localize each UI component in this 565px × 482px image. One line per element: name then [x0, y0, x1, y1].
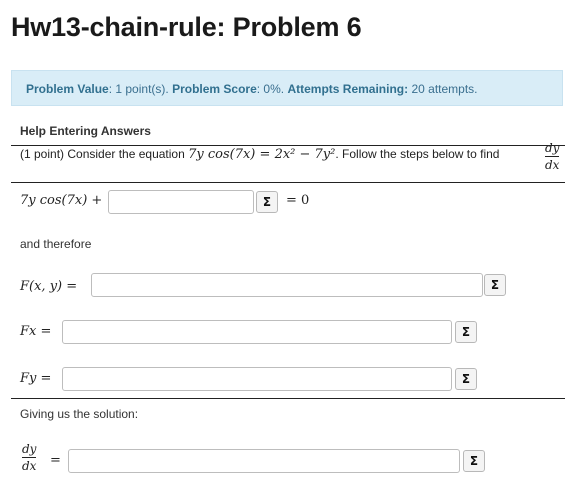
sigma-icon[interactable]: Σ [455, 368, 477, 390]
sigma-icon[interactable]: Σ [463, 450, 485, 472]
problem-statement: (1 point) Consider the equation 7y cos(7… [20, 147, 499, 162]
divider [11, 145, 565, 146]
fraction-numerator: dy [545, 141, 560, 155]
fraction-bar [22, 457, 37, 458]
Fx-label: Fx = [20, 324, 52, 339]
statement-prefix: (1 point) Consider the equation [20, 147, 189, 161]
and-therefore-text: and therefore [20, 237, 92, 251]
F-label: F(x, y) = [20, 279, 78, 294]
sigma-icon[interactable]: Σ [455, 321, 477, 343]
step1-rhs: = 0 [286, 193, 310, 208]
help-entering-answers-link[interactable]: Help Entering Answers [20, 124, 151, 138]
problem-value-label: Problem Value [26, 82, 109, 96]
problem-value-text: : 1 point(s). [108, 82, 173, 96]
divider [11, 182, 565, 183]
fraction-bar [545, 156, 560, 157]
fraction-numerator: dy [22, 442, 37, 456]
solution-dy-dx-fraction: dy dx [22, 442, 37, 473]
problem-score-label: Problem Score [172, 82, 257, 96]
statement-suffix: . Follow the steps below to find [335, 147, 500, 161]
sigma-icon[interactable]: Σ [484, 274, 506, 296]
step1-lhs: 7y cos(7x) + [20, 193, 103, 208]
problem-status-bar: Problem Value: 1 point(s). Problem Score… [11, 70, 563, 106]
page-title: Hw13-chain-rule: Problem 6 [11, 12, 362, 42]
fraction-denominator: dx [22, 459, 37, 473]
Fy-input[interactable] [62, 367, 452, 391]
equation-lhs: 7y cos(7x) [188, 147, 256, 162]
Fy-label: Fy = [20, 371, 52, 386]
equation-equals: = [255, 147, 275, 162]
attempts-remaining-text: 20 attempts. [408, 82, 478, 96]
sigma-icon[interactable]: Σ [256, 191, 278, 213]
Fx-input[interactable] [62, 320, 452, 344]
problem-score-text: : 0%. [256, 82, 288, 96]
giving-solution-text: Giving us the solution: [20, 407, 139, 421]
divider [11, 398, 565, 399]
answer-input-1[interactable] [108, 190, 254, 214]
fraction-denominator: dx [545, 158, 560, 172]
dy-dx-input[interactable] [68, 449, 460, 473]
equation-rhs: 2x² − 7y² [274, 147, 336, 162]
dy-dx-fraction: dy dx [545, 141, 560, 172]
solution-equals: = [50, 453, 61, 468]
attempts-remaining-label: Attempts Remaining: [287, 82, 409, 96]
F-input[interactable] [91, 273, 483, 297]
